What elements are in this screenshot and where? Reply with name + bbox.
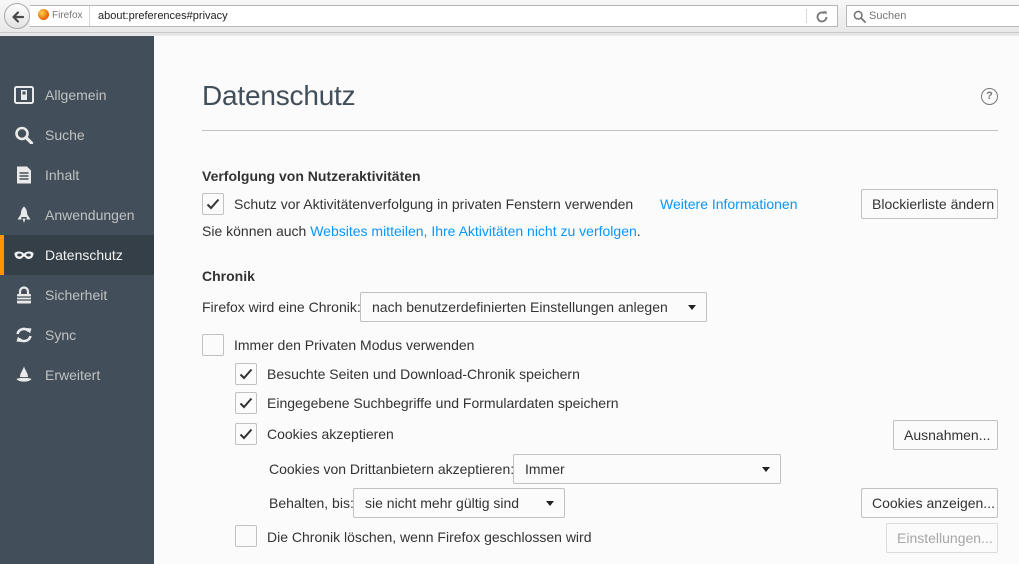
- sidebar-item-label: Erweitert: [45, 367, 101, 383]
- sidebar-item-sync[interactable]: Sync: [0, 315, 154, 355]
- reload-icon[interactable]: [815, 10, 829, 24]
- sidebar-item-label: Suche: [45, 127, 85, 143]
- sidebar-item-applications[interactable]: Anwendungen: [0, 195, 154, 235]
- back-arrow-icon: [12, 11, 25, 23]
- keep-until-dropdown[interactable]: sie nicht mehr gültig sind: [353, 488, 565, 518]
- tracking-section-heading: Verfolgung von Nutzeraktivitäten: [202, 168, 421, 184]
- sidebar-item-advanced[interactable]: Erweitert: [0, 355, 154, 395]
- title-divider: [202, 130, 998, 131]
- sidebar-item-label: Sicherheit: [45, 287, 108, 303]
- url-separator: [806, 9, 807, 23]
- sidebar-item-label: Sync: [45, 327, 77, 343]
- third-party-cookies-value: Immer: [525, 461, 565, 477]
- advanced-icon: [16, 366, 32, 382]
- dnt-prefix: Sie können auch: [202, 223, 311, 239]
- change-blocklist-button[interactable]: Blockierliste ändern: [861, 189, 998, 219]
- history-mode-value: nach benutzerdefinierten Einstellungen a…: [372, 299, 668, 315]
- checkmark-icon: [239, 368, 253, 380]
- back-button[interactable]: [4, 3, 30, 29]
- cookie-exceptions-button[interactable]: Ausnahmen...: [893, 420, 998, 450]
- do-not-track-link[interactable]: Websites mitteilen, Ihre Aktivitäten nic…: [310, 223, 637, 239]
- search-icon: [853, 10, 866, 23]
- checkmark-icon: [206, 198, 220, 210]
- history-section-heading: Chronik: [202, 268, 255, 284]
- dropdown-arrow-icon: [762, 467, 770, 472]
- sidebar-item-label: Anwendungen: [45, 207, 135, 223]
- applications-icon: [17, 206, 31, 223]
- content-icon: [17, 166, 31, 184]
- visited-history-label: Besuchte Seiten und Download-Chronik spe…: [267, 366, 580, 382]
- sidebar-item-label: Allgemein: [45, 87, 107, 103]
- more-info-link[interactable]: Weitere Informationen: [660, 196, 797, 212]
- third-party-cookies-label: Cookies von Drittanbietern akzeptieren:: [269, 461, 515, 477]
- private-mode-label: Immer den Privaten Modus verwenden: [234, 337, 475, 353]
- sidebar-item-search[interactable]: Suche: [0, 115, 154, 155]
- browser-toolbar: Firefox about:preferences#privacy: [0, 0, 1019, 33]
- clear-history-on-close-label: Die Chronik löschen, wenn Firefox geschl…: [267, 529, 592, 545]
- search-bar[interactable]: [846, 5, 1019, 27]
- sidebar-item-label: Datenschutz: [45, 247, 123, 263]
- url-bar[interactable]: Firefox about:preferences#privacy: [30, 5, 838, 27]
- tracking-protection-checkbox[interactable]: [202, 193, 224, 215]
- url-text[interactable]: about:preferences#privacy: [98, 6, 228, 26]
- tracking-protection-label: Schutz vor Aktivitätenverfolgung in priv…: [234, 196, 634, 212]
- identity-box[interactable]: Firefox: [38, 6, 90, 26]
- identity-label: Firefox: [52, 10, 83, 21]
- help-icon[interactable]: ?: [981, 88, 998, 105]
- dnt-suffix: .: [636, 223, 641, 239]
- checkmark-icon: [239, 428, 253, 440]
- privacy-mask-icon: [14, 251, 34, 259]
- dropdown-arrow-icon: [688, 305, 696, 310]
- keep-until-value: sie nicht mehr gültig sind: [365, 495, 520, 511]
- checkmark-icon: [239, 397, 253, 409]
- search-form-history-checkbox[interactable]: [235, 392, 257, 414]
- preferences-pane: Datenschutz ? Verfolgung von Nutzeraktiv…: [154, 36, 1019, 564]
- security-icon: [17, 286, 31, 304]
- history-settings-button[interactable]: Einstellungen...: [886, 523, 998, 553]
- show-cookies-button[interactable]: Cookies anzeigen...: [861, 488, 998, 518]
- sidebar-item-label: Inhalt: [45, 167, 80, 183]
- page-title: Datenschutz: [202, 80, 356, 111]
- preferences-sidebar: Allgemein Suche Inhalt Anwendungen Daten…: [0, 36, 154, 564]
- sidebar-item-general[interactable]: Allgemein: [0, 75, 154, 115]
- accept-cookies-checkbox[interactable]: [235, 423, 257, 445]
- dnt-text: Sie können auch Websites mitteilen, Ihre…: [202, 223, 641, 239]
- general-icon: [14, 86, 34, 104]
- search-icon: [15, 126, 34, 144]
- history-mode-label: Firefox wird eine Chronik:: [202, 299, 361, 315]
- visited-history-checkbox[interactable]: [235, 363, 257, 385]
- clear-history-on-close-checkbox[interactable]: [235, 525, 257, 547]
- dropdown-arrow-icon: [546, 501, 554, 506]
- sync-icon: [16, 327, 32, 343]
- keep-until-label: Behalten, bis:: [269, 495, 354, 511]
- accept-cookies-label: Cookies akzeptieren: [267, 426, 394, 442]
- private-mode-checkbox[interactable]: [202, 334, 224, 356]
- third-party-cookies-dropdown[interactable]: Immer: [513, 454, 781, 484]
- sidebar-item-security[interactable]: Sicherheit: [0, 275, 154, 315]
- firefox-logo-icon: [38, 9, 49, 20]
- sidebar-item-privacy[interactable]: Datenschutz: [0, 235, 154, 275]
- search-input[interactable]: [869, 8, 1014, 24]
- search-form-history-label: Eingegebene Suchbegriffe und Formulardat…: [267, 395, 619, 411]
- sidebar-item-content[interactable]: Inhalt: [0, 155, 154, 195]
- history-mode-dropdown[interactable]: nach benutzerdefinierten Einstellungen a…: [360, 292, 707, 322]
